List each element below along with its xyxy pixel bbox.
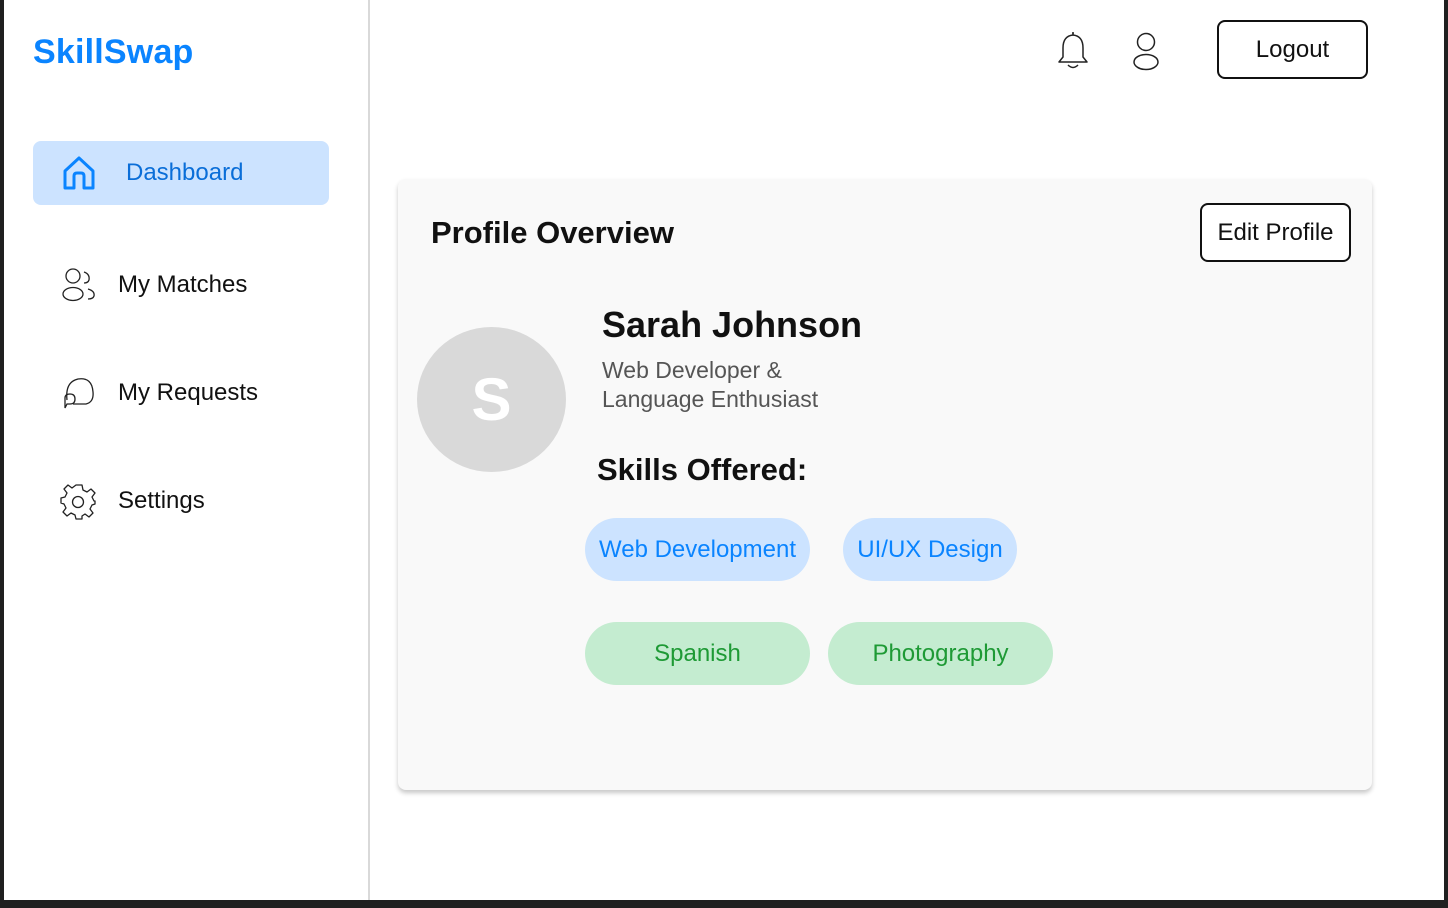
sidebar: SkillSwap Dashboard My Matches My Reques… [4,0,370,900]
sidebar-item-label: Settings [118,487,205,514]
bell-icon[interactable] [1052,30,1094,72]
avatar: S [417,327,566,472]
skill-chip[interactable]: Web Development [585,518,810,581]
user-bio: Web Developer & Language Enthusiast [602,356,902,414]
profile-card: Profile Overview Edit Profile S Sarah Jo… [398,179,1372,790]
chat-bubbles-icon [60,374,98,412]
user-icon[interactable] [1125,30,1167,72]
user-bio-line: Web Developer & [602,357,782,383]
skill-chip[interactable]: Spanish [585,622,810,685]
users-icon [60,266,98,304]
skills-title: Skills Offered: [597,452,808,487]
sidebar-item-my-matches[interactable]: My Matches [33,253,329,317]
brand-logo[interactable]: SkillSwap [33,33,194,72]
sidebar-item-my-requests[interactable]: My Requests [33,361,329,425]
skill-chip[interactable]: UI/UX Design [843,518,1017,581]
edit-profile-button[interactable]: Edit Profile [1200,203,1351,262]
gear-icon [60,482,98,520]
logout-button[interactable]: Logout [1217,20,1368,79]
sidebar-item-settings[interactable]: Settings [33,469,329,533]
sidebar-item-label: My Matches [118,271,248,298]
sidebar-item-label: My Requests [118,379,259,406]
card-title: Profile Overview [431,215,674,250]
home-icon [60,154,98,192]
sidebar-item-label: Dashboard [126,159,244,186]
app-window: SkillSwap Dashboard My Matches My Reques… [4,0,1444,900]
user-bio-line: Language Enthusiast [602,386,819,412]
skill-chip[interactable]: Photography [828,622,1053,685]
sidebar-item-dashboard[interactable]: Dashboard [33,141,329,205]
user-name: Sarah Johnson [602,304,863,345]
